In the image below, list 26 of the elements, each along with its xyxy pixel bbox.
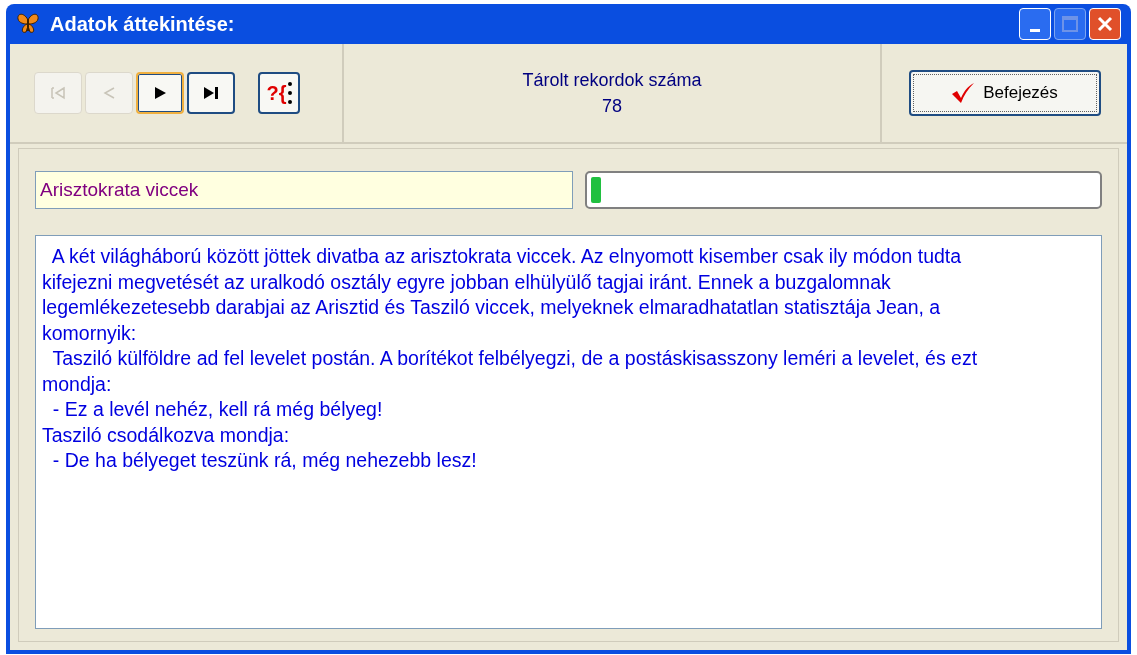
text-line: kifejezni megvetését az uralkodó osztály egyre jobban elhülyülő tagjai iránt. Ennek a buzgalomnak — [42, 269, 891, 295]
close-button[interactable] — [1089, 8, 1121, 40]
next-record-icon — [153, 86, 167, 100]
finish-button[interactable]: Befejezés — [908, 70, 1101, 116]
text-line: - Ez a levél nehéz, kell rá még bélyeg! — [51, 397, 383, 422]
last-record-icon — [203, 86, 219, 100]
text-line: mondja: — [42, 371, 112, 397]
previous-record-icon — [102, 86, 116, 100]
text-line: - De ha bélyeget teszünk rá, még nehezebb lesz! — [51, 448, 477, 473]
help-button[interactable]: ?{ — [258, 72, 300, 114]
text-line: Tasziló csodálkozva mondja: — [42, 422, 290, 448]
text-line: Tasziló külföldre ad fel levelet postán. A borítékot felbélyegzi, de a postáskisasszony leméri a levelet, és ezt — [51, 346, 978, 371]
title-field[interactable]: Arisztokrata viccek — [35, 171, 573, 209]
first-record-icon — [50, 86, 66, 100]
record-count-value: 78 — [602, 95, 622, 118]
record-count-label: Tárolt rekordok száma — [522, 69, 702, 92]
butterfly-icon — [16, 12, 40, 36]
close-icon — [1096, 15, 1114, 33]
minimize-button[interactable] — [1019, 8, 1051, 40]
text-line: A két világháború között jöttek divatba az arisztokrata viccek. Az elnyomott kisember csak ily módon tudta — [50, 244, 962, 269]
record-nav-button[interactable] — [136, 72, 184, 114]
checkmark-icon — [951, 82, 976, 104]
text-line: komornyik: — [42, 320, 137, 346]
window-title: Adatok áttekintése: — [50, 12, 235, 37]
text-line: legemlékezetesebb darabjai az Arisztid és Tasziló viccek, melyeknek elmaradhatatlan statisztája Jean, a — [42, 295, 941, 320]
record-nav-button[interactable] — [187, 72, 235, 114]
